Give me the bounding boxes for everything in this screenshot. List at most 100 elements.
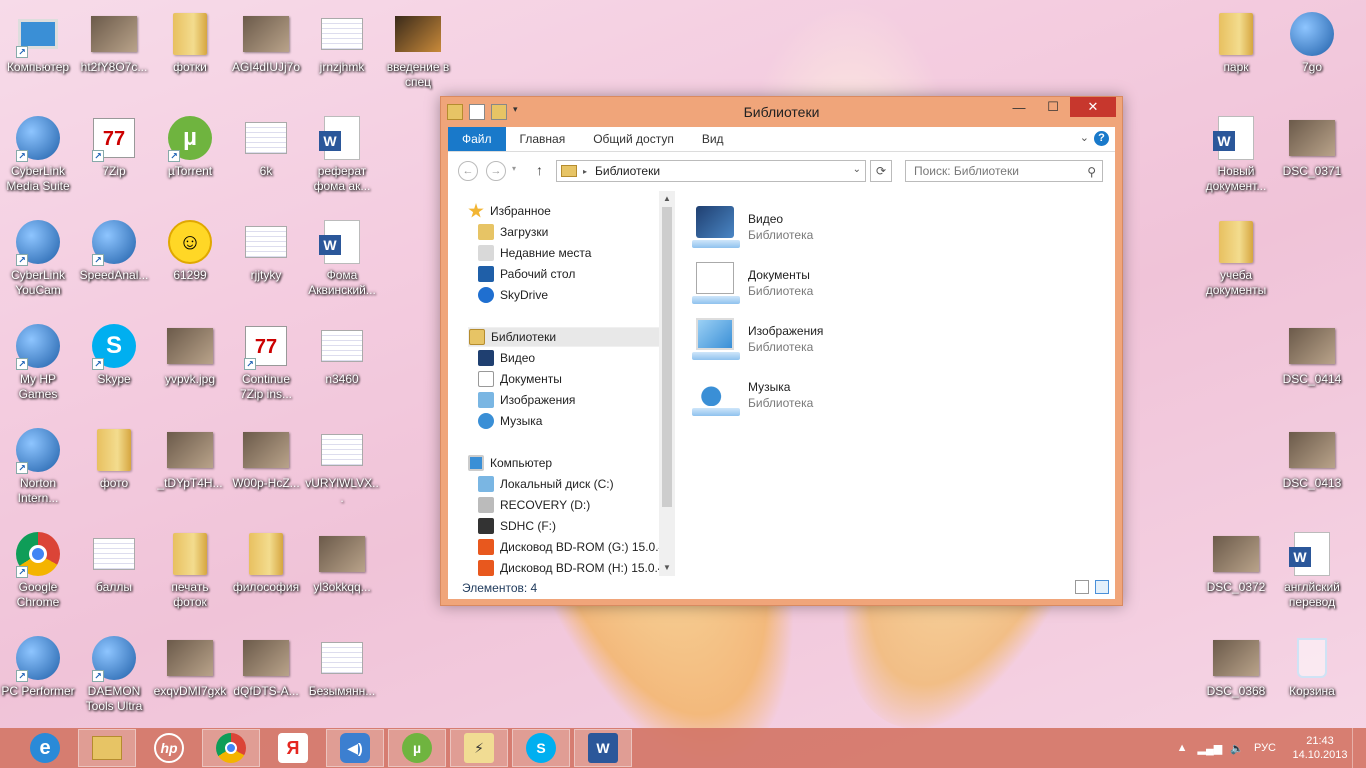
forward-button[interactable]: →: [486, 161, 506, 181]
search-input[interactable]: Поиск: Библиотеки ⚲: [905, 160, 1103, 182]
volume-icon[interactable]: 🔈: [1230, 742, 1244, 755]
clock[interactable]: 21:43 14.10.2013: [1288, 734, 1352, 762]
desktop-icon[interactable]: ↗ Norton Intern...: [0, 422, 76, 522]
desktop-icon[interactable]: Wанглйский перевод: [1274, 526, 1350, 626]
nav-item[interactable]: Загрузки: [478, 222, 548, 242]
nav-item[interactable]: Избранное: [468, 201, 551, 221]
tab-file[interactable]: Файл: [448, 127, 506, 151]
desktop-icon[interactable]: 7go: [1274, 6, 1350, 106]
address-bar[interactable]: ▸ Библиотеки ⌄: [556, 160, 866, 182]
title-bar[interactable]: ▾ Библиотеки — ☐ ✕: [441, 97, 1122, 127]
desktop-icon[interactable]: DSC_0372: [1198, 526, 1274, 626]
desktop-icon[interactable]: ↗ SpeedAnal...: [76, 214, 152, 314]
desktop-icon[interactable]: n3460: [304, 318, 380, 418]
tab-view[interactable]: Вид: [688, 127, 738, 151]
library-item[interactable]: Документы Библиотека: [692, 257, 813, 309]
help-icon[interactable]: ?: [1094, 131, 1109, 146]
explorer-window[interactable]: ▾ Библиотеки — ☐ ✕ Файл Главная Общий до…: [440, 96, 1123, 606]
scroll-up-icon[interactable]: ▲: [663, 194, 671, 203]
back-button[interactable]: ←: [458, 161, 478, 181]
navigation-scrollbar[interactable]: ▲ ▼: [659, 191, 675, 576]
desktop-icon[interactable]: ↗ PC Performer: [0, 630, 76, 730]
show-hidden-icons-icon[interactable]: ▲: [1177, 742, 1188, 754]
taskbar-ie[interactable]: e: [16, 729, 74, 767]
breadcrumb-libraries[interactable]: Библиотеки: [595, 164, 660, 178]
nav-item[interactable]: Библиотеки: [468, 327, 674, 347]
nav-item[interactable]: Локальный диск (C:): [478, 474, 614, 494]
recent-locations-icon[interactable]: ▾: [512, 164, 516, 173]
desktop-icon[interactable]: dQfDTS-A...: [228, 630, 304, 730]
library-item[interactable]: Изображения Библиотека: [692, 313, 823, 365]
desktop-icon[interactable]: фото: [76, 422, 152, 522]
desktop-icon[interactable]: rjjtyky: [228, 214, 304, 314]
desktop-icon[interactable]: ↗ CyberLink YouCam: [0, 214, 76, 314]
taskbar-word[interactable]: W: [574, 729, 632, 767]
desktop-icon[interactable]: W Новый документ...: [1198, 110, 1274, 210]
desktop-icon[interactable]: введение в спец: [380, 6, 456, 106]
nav-item[interactable]: SkyDrive: [478, 285, 548, 305]
desktop-icon[interactable]: ↗ DAEMON Tools Ultra: [76, 630, 152, 730]
desktop-icon[interactable]: учеба документы: [1198, 214, 1274, 314]
desktop-icon[interactable]: exqvDMI7gxk: [152, 630, 228, 730]
desktop-icon[interactable]: DSC_0371: [1274, 110, 1350, 210]
nav-item[interactable]: Недавние места: [478, 243, 591, 263]
address-dropdown-icon[interactable]: ⌄: [853, 164, 861, 175]
show-desktop-button[interactable]: [1352, 728, 1366, 768]
desktop-icon[interactable]: Безымянн...: [304, 630, 380, 730]
desktop-icon[interactable]: Корзина: [1274, 630, 1350, 730]
desktop-icon[interactable]: философия: [228, 526, 304, 626]
desktop-icon[interactable]: печать фоток: [152, 526, 228, 626]
desktop-icon[interactable]: AGI4dIUJj7o: [228, 6, 304, 106]
library-item[interactable]: Видео Библиотека: [692, 201, 813, 253]
taskbar-7zip[interactable]: ⚡: [450, 729, 508, 767]
library-item[interactable]: Музыка Библиотека: [692, 369, 813, 421]
nav-item[interactable]: Документы: [478, 369, 562, 389]
tab-share[interactable]: Общий доступ: [579, 127, 688, 151]
desktop-icon[interactable]: ↗ My HP Games: [0, 318, 76, 418]
desktop-icon[interactable]: ht2fY8O7c...: [76, 6, 152, 106]
desktop-icon[interactable]: ↗ Компьютер: [0, 6, 76, 106]
desktop-icon[interactable]: баллы: [76, 526, 152, 626]
desktop-icon[interactable]: DSC_0413: [1274, 422, 1350, 522]
desktop-icon[interactable]: µ ↗ µTorrent: [152, 110, 228, 210]
taskbar-speaker[interactable]: ◀): [326, 729, 384, 767]
tab-home[interactable]: Главная: [506, 127, 580, 151]
nav-item[interactable]: Видео: [478, 348, 535, 368]
large-icons-view-icon[interactable]: [1095, 580, 1109, 594]
maximize-button[interactable]: ☐: [1036, 97, 1070, 117]
desktop-icon[interactable]: DSC_0414: [1274, 318, 1350, 418]
nav-item[interactable]: Дисковод BD-ROM (G:) 15.0.4: [478, 537, 665, 557]
desktop-icon[interactable]: S ↗ Skype: [76, 318, 152, 418]
desktop-icon[interactable]: yl3okkqq...: [304, 526, 380, 626]
scroll-down-icon[interactable]: ▼: [663, 563, 671, 572]
taskbar-skype[interactable]: S: [512, 729, 570, 767]
desktop-icon[interactable]: W Фома Аквинский...: [304, 214, 380, 314]
taskbar-yandex[interactable]: Я: [264, 729, 322, 767]
refresh-button[interactable]: ⟳: [870, 160, 892, 182]
desktop-icon[interactable]: DSC_0368: [1198, 630, 1274, 730]
breadcrumb-separator-icon[interactable]: ▸: [583, 167, 587, 176]
input-language[interactable]: РУС: [1254, 742, 1276, 754]
close-button[interactable]: ✕: [1070, 97, 1116, 117]
taskbar-chrome[interactable]: [202, 729, 260, 767]
nav-item[interactable]: Музыка: [478, 411, 542, 431]
desktop-icon[interactable]: 77 ↗ 7Zip: [76, 110, 152, 210]
desktop-icon[interactable]: ↗ CyberLink Media Suite: [0, 110, 76, 210]
nav-item[interactable]: Рабочий стол: [478, 264, 575, 284]
scrollbar-thumb[interactable]: [662, 207, 672, 507]
details-view-icon[interactable]: [1075, 580, 1089, 594]
desktop-icon[interactable]: jrnzjhmk: [304, 6, 380, 106]
desktop-icon[interactable]: парк: [1198, 6, 1274, 106]
nav-item[interactable]: RECOVERY (D:): [478, 495, 590, 515]
desktop-icon[interactable]: Wреферат фома ак...: [304, 110, 380, 210]
minimize-button[interactable]: —: [1002, 97, 1036, 117]
desktop-icon[interactable]: ↗ Google Chrome: [0, 526, 76, 626]
expand-ribbon-icon[interactable]: ⌄: [1080, 131, 1089, 144]
taskbar-utorrent[interactable]: µ: [388, 729, 446, 767]
taskbar-hp[interactable]: hp: [140, 729, 198, 767]
up-button[interactable]: ↑: [536, 162, 543, 178]
desktop-icon[interactable]: 77 ↗ Continue 7Zip ins...: [228, 318, 304, 418]
desktop-icon[interactable]: W00p-HcZ...: [228, 422, 304, 522]
nav-item[interactable]: Дисковод BD-ROM (H:) 15.0.4: [478, 558, 665, 576]
desktop-icon[interactable]: фотки: [152, 6, 228, 106]
